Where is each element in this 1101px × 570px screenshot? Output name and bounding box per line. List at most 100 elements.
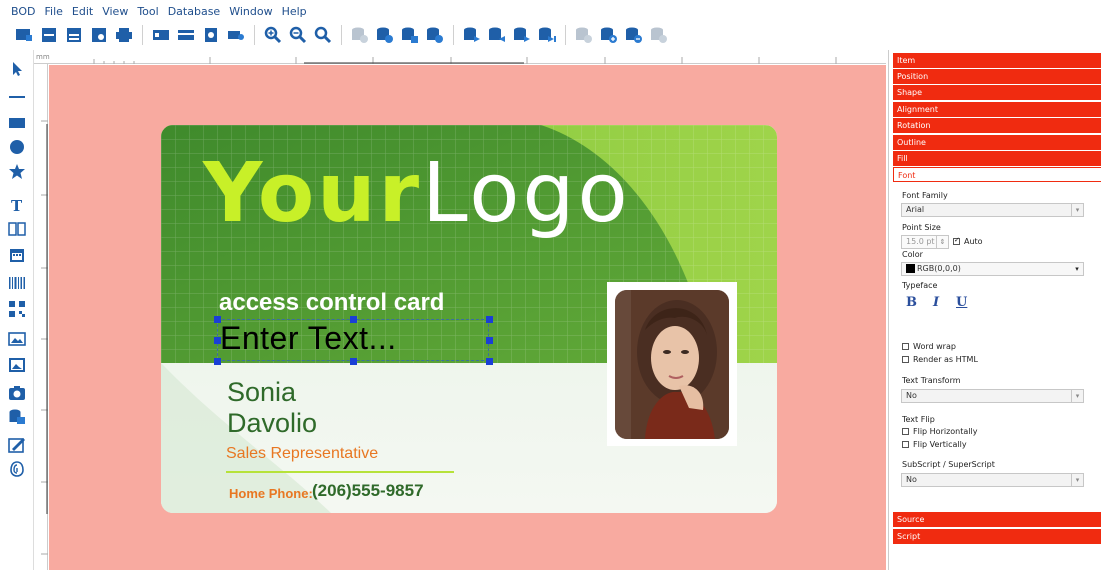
section-source[interactable]: Source xyxy=(893,512,1101,527)
flip-vertical-checkbox[interactable]: Flip Vertically xyxy=(902,440,967,449)
text-icon[interactable]: T xyxy=(8,196,26,214)
toolbar-separator xyxy=(565,25,566,45)
divider-line[interactable] xyxy=(226,471,454,473)
italic-button[interactable]: I xyxy=(933,295,939,310)
auto-size-checkbox[interactable]: ✓ Auto xyxy=(953,236,983,246)
section-outline[interactable]: Outline xyxy=(893,135,1101,150)
menu-view[interactable]: View xyxy=(102,5,128,18)
print-icon[interactable] xyxy=(114,25,134,45)
star-icon[interactable] xyxy=(8,163,26,181)
db-last-icon[interactable] xyxy=(537,25,557,45)
save-icon[interactable] xyxy=(64,25,84,45)
db-refresh-icon[interactable] xyxy=(425,25,445,45)
render-html-label: Render as HTML xyxy=(913,355,978,364)
job-title[interactable]: Sales Representative xyxy=(226,445,378,463)
person-photo[interactable] xyxy=(615,290,729,439)
render-html-checkbox[interactable]: Render as HTML xyxy=(902,355,978,364)
db-filter-icon[interactable] xyxy=(574,25,594,45)
qrcode-icon[interactable] xyxy=(8,300,26,318)
menu-edit[interactable]: Edit xyxy=(72,5,93,18)
bold-button[interactable]: B xyxy=(906,295,917,310)
spinner-icon[interactable]: ⇕ xyxy=(936,236,948,248)
zoom-in-icon[interactable] xyxy=(263,25,283,45)
save-as-icon[interactable] xyxy=(89,25,109,45)
point-size-value: 15.0 pt xyxy=(906,237,935,246)
menu-database[interactable]: Database xyxy=(168,5,221,18)
point-size-input[interactable]: 15.0 pt ⇕ xyxy=(901,235,949,249)
section-font[interactable]: Font xyxy=(893,167,1101,182)
phone-value[interactable]: (206)555-9857 xyxy=(312,481,424,501)
camera-icon[interactable] xyxy=(8,384,26,402)
last-name[interactable]: Davolio xyxy=(227,408,317,439)
resize-handle-nw[interactable] xyxy=(214,316,221,323)
resize-handle-sw[interactable] xyxy=(214,358,221,365)
card-title[interactable]: access control card xyxy=(219,289,444,317)
resize-handle-n[interactable] xyxy=(350,316,357,323)
phone-label[interactable]: Home Phone: xyxy=(229,486,313,501)
ruler-left xyxy=(34,64,48,570)
card-front-icon[interactable] xyxy=(151,25,171,45)
section-fill[interactable]: Fill xyxy=(893,151,1101,166)
rectangle-icon[interactable] xyxy=(8,114,26,132)
section-position[interactable]: Position xyxy=(893,69,1101,84)
open-icon[interactable] xyxy=(39,25,59,45)
text-flip-label: Text Flip xyxy=(902,415,935,424)
section-item[interactable]: Item xyxy=(893,53,1101,68)
section-rotation[interactable]: Rotation xyxy=(893,118,1101,133)
db-icon[interactable] xyxy=(350,25,370,45)
database-image-icon[interactable] xyxy=(8,408,26,426)
menu-help[interactable]: Help xyxy=(282,5,307,18)
flip-horizontal-checkbox[interactable]: Flip Horizontally xyxy=(902,427,977,436)
db-remove-icon[interactable] xyxy=(624,25,644,45)
first-name[interactable]: Sonia xyxy=(227,377,296,408)
db-prev-icon[interactable] xyxy=(487,25,507,45)
section-script[interactable]: Script xyxy=(893,529,1101,544)
pointer-icon[interactable] xyxy=(8,60,26,78)
image-icon[interactable] xyxy=(8,330,26,348)
photo-frame[interactable] xyxy=(607,282,737,446)
zoom-out-icon[interactable] xyxy=(288,25,308,45)
db-add-icon[interactable] xyxy=(599,25,619,45)
resize-handle-e[interactable] xyxy=(486,337,493,344)
db-first-icon[interactable] xyxy=(462,25,482,45)
text-transform-select[interactable]: No ▾ xyxy=(901,389,1084,403)
db-next-icon[interactable] xyxy=(512,25,532,45)
signature-icon[interactable] xyxy=(8,436,26,454)
resize-handle-s[interactable] xyxy=(350,358,357,365)
resize-handle-ne[interactable] xyxy=(486,316,493,323)
design-canvas[interactable]: YourLogo access control card Enter Text.… xyxy=(49,65,886,570)
chevron-down-icon: ▾ xyxy=(1071,390,1083,402)
resize-handle-se[interactable] xyxy=(486,358,493,365)
section-alignment[interactable]: Alignment xyxy=(893,102,1101,117)
ellipse-icon[interactable] xyxy=(8,138,26,156)
barcode-icon[interactable] xyxy=(8,274,26,292)
selected-text-object[interactable]: Enter Text... xyxy=(214,316,493,365)
color-picker[interactable]: RGB(0,0,0) ▾ xyxy=(901,262,1084,276)
date-icon[interactable] xyxy=(8,246,26,264)
db-save-icon[interactable] xyxy=(649,25,669,45)
counter-icon[interactable] xyxy=(8,220,26,238)
card-properties-icon[interactable] xyxy=(226,25,246,45)
db-query-icon[interactable] xyxy=(400,25,420,45)
new-icon[interactable] xyxy=(14,25,34,45)
font-family-select[interactable]: Arial ▾ xyxy=(901,203,1084,217)
underline-button[interactable]: U xyxy=(956,295,967,310)
card-back-icon[interactable] xyxy=(176,25,196,45)
zoom-fit-icon[interactable] xyxy=(313,25,333,45)
db-connect-icon[interactable] xyxy=(375,25,395,45)
id-card[interactable]: YourLogo access control card Enter Text.… xyxy=(161,125,777,513)
section-shape[interactable]: Shape xyxy=(893,85,1101,100)
subsup-select[interactable]: No ▾ xyxy=(901,473,1084,487)
card-settings-icon[interactable] xyxy=(201,25,221,45)
picture-icon[interactable] xyxy=(8,356,26,374)
menu-window[interactable]: Window xyxy=(229,5,272,18)
line-icon[interactable] xyxy=(8,88,26,106)
word-wrap-checkbox[interactable]: Word wrap xyxy=(902,342,956,351)
menu-file[interactable]: File xyxy=(44,5,62,18)
menu-tool[interactable]: Tool xyxy=(137,5,158,18)
fingerprint-icon[interactable] xyxy=(8,460,26,478)
chevron-down-icon: ▾ xyxy=(1071,204,1083,216)
resize-handle-w[interactable] xyxy=(214,337,221,344)
selected-text-content[interactable]: Enter Text... xyxy=(220,320,397,357)
menu-bod[interactable]: BOD xyxy=(11,5,35,18)
